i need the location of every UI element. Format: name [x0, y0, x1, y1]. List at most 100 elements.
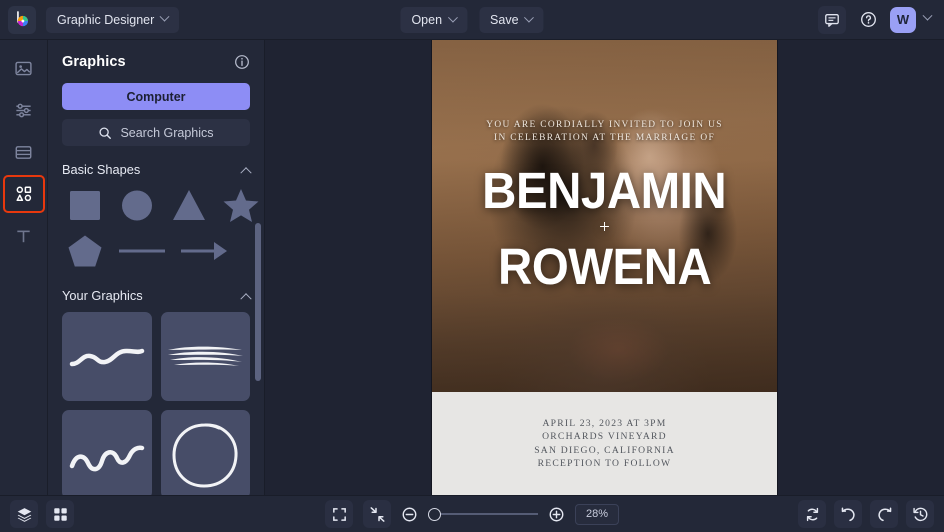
chevron-down-icon [524, 12, 534, 22]
app-root: Graphic Designer Open Save [0, 0, 944, 532]
rail-item-adjustments[interactable] [4, 92, 44, 128]
zoom-level-value[interactable]: 28% [575, 504, 619, 525]
couple-name-one[interactable]: BENJAMIN [482, 164, 726, 217]
shape-triangle[interactable] [170, 186, 208, 224]
panel-title: Graphics [62, 54, 126, 70]
chevron-down-icon [448, 12, 458, 22]
rail-item-templates[interactable] [4, 134, 44, 170]
line-shape [118, 232, 166, 270]
zoom-slider-track [433, 513, 538, 515]
search-icon [98, 126, 112, 140]
comment-icon [824, 12, 840, 28]
circle-shape [118, 186, 156, 224]
zoom-slider[interactable] [428, 507, 538, 521]
pentagon-shape [66, 232, 104, 270]
search-graphics-input[interactable]: Search Graphics [62, 119, 250, 146]
section-title-basic-shapes: Basic Shapes [62, 162, 140, 177]
shape-pentagon[interactable] [66, 232, 104, 270]
chevron-down-icon [160, 12, 170, 22]
graphics-panel: Graphics Computer [48, 40, 265, 495]
rail-item-graphics[interactable] [4, 176, 44, 212]
grid-view-button[interactable] [46, 500, 74, 528]
help-circle-icon [860, 11, 877, 28]
zoom-controls-group: 28% [325, 500, 619, 528]
artboard[interactable]: YOU ARE CORDIALLY INVITED TO JOIN US IN … [432, 40, 777, 495]
help-button[interactable] [854, 6, 882, 34]
shape-circle[interactable] [118, 186, 156, 224]
section-header-basic-shapes[interactable]: Basic Shapes [62, 162, 250, 177]
top-toolbar: Graphic Designer Open Save [0, 0, 944, 40]
brush-circle-outline [168, 418, 242, 492]
bottom-toolbar: 28% [0, 495, 944, 532]
undo-button[interactable] [834, 500, 862, 528]
comments-button[interactable] [818, 6, 846, 34]
zoom-in-button[interactable] [548, 506, 565, 523]
zoom-in-icon [548, 506, 565, 523]
invite-line-2: IN CELEBRATION AT THE MARRIAGE OF [494, 132, 715, 145]
section-title-your-graphics: Your Graphics [62, 288, 143, 303]
fit-to-screen-button[interactable] [325, 500, 353, 528]
info-circle-icon [234, 54, 250, 70]
shape-square[interactable] [66, 186, 104, 224]
brush-squiggle-wave [68, 434, 146, 476]
artboard-headline-group: YOU ARE CORDIALLY INVITED TO JOIN US IN … [432, 40, 777, 495]
couple-name-two[interactable]: ROWENA [498, 240, 711, 293]
invite-line-1: YOU ARE CORDIALLY INVITED TO JOIN US [486, 119, 723, 132]
reset-rotate-icon [804, 506, 821, 523]
shape-line[interactable] [118, 232, 166, 270]
chevron-up-icon [240, 167, 251, 178]
chevron-down-icon [923, 11, 933, 21]
zoom-out-icon [401, 506, 418, 523]
user-avatar[interactable]: W [890, 7, 916, 33]
brush-squiggle-thin [68, 337, 146, 377]
rail-item-text[interactable] [4, 218, 44, 254]
canvas-area[interactable]: YOU ARE CORDIALLY INVITED TO JOIN US IN … [265, 40, 944, 495]
adjustments-sliders-icon [14, 101, 33, 120]
grid-view-icon [52, 506, 69, 523]
tool-rail [0, 40, 48, 495]
graphics-panel-scroll: Graphics Computer [48, 40, 264, 495]
search-graphics-placeholder: Search Graphics [120, 126, 213, 140]
workspace-selector[interactable]: Graphic Designer [46, 7, 179, 33]
graphic-thumbnail[interactable] [62, 312, 152, 401]
redo-button[interactable] [870, 500, 898, 528]
graphic-thumbnail[interactable] [161, 312, 251, 401]
computer-source-label: Computer [126, 90, 185, 104]
basic-shapes-row-1 [62, 186, 250, 224]
open-label: Open [411, 13, 442, 27]
save-button[interactable]: Save [479, 7, 544, 33]
history-actions-group [798, 500, 934, 528]
app-body: Graphics Computer [0, 40, 944, 495]
avatar-initial: W [897, 12, 909, 27]
panel-info-button[interactable] [234, 54, 250, 70]
app-logo-button[interactable] [8, 6, 36, 34]
account-actions-group: W [818, 6, 936, 34]
account-menu-button[interactable] [924, 9, 934, 30]
graphics-panel-header: Graphics [62, 54, 250, 70]
save-label: Save [490, 13, 519, 27]
brush-stroke-wide [165, 340, 245, 374]
panel-scrollbar-thumb[interactable] [255, 223, 261, 381]
computer-source-button[interactable]: Computer [62, 83, 250, 110]
zoom-out-button[interactable] [401, 506, 418, 523]
reset-button[interactable] [798, 500, 826, 528]
graphic-thumbnail[interactable] [62, 410, 152, 495]
layers-button[interactable] [10, 500, 38, 528]
graphic-thumbnail[interactable] [161, 410, 251, 495]
text-type-icon [14, 227, 33, 246]
basic-shapes-row-2 [62, 232, 250, 270]
square-shape [66, 186, 104, 224]
history-button[interactable] [906, 500, 934, 528]
panel-scrollbar-track[interactable] [255, 185, 261, 495]
zoom-slider-knob[interactable] [428, 508, 441, 521]
undo-icon [840, 506, 857, 523]
workspace-label: Graphic Designer [57, 13, 154, 27]
redo-icon [876, 506, 893, 523]
history-clock-icon [912, 506, 929, 523]
section-header-your-graphics[interactable]: Your Graphics [62, 288, 250, 303]
rail-item-image[interactable] [4, 50, 44, 86]
couple-name-separator: + [599, 218, 610, 238]
shape-arrow[interactable] [180, 232, 228, 270]
open-button[interactable]: Open [400, 7, 467, 33]
collapse-screen-button[interactable] [363, 500, 391, 528]
